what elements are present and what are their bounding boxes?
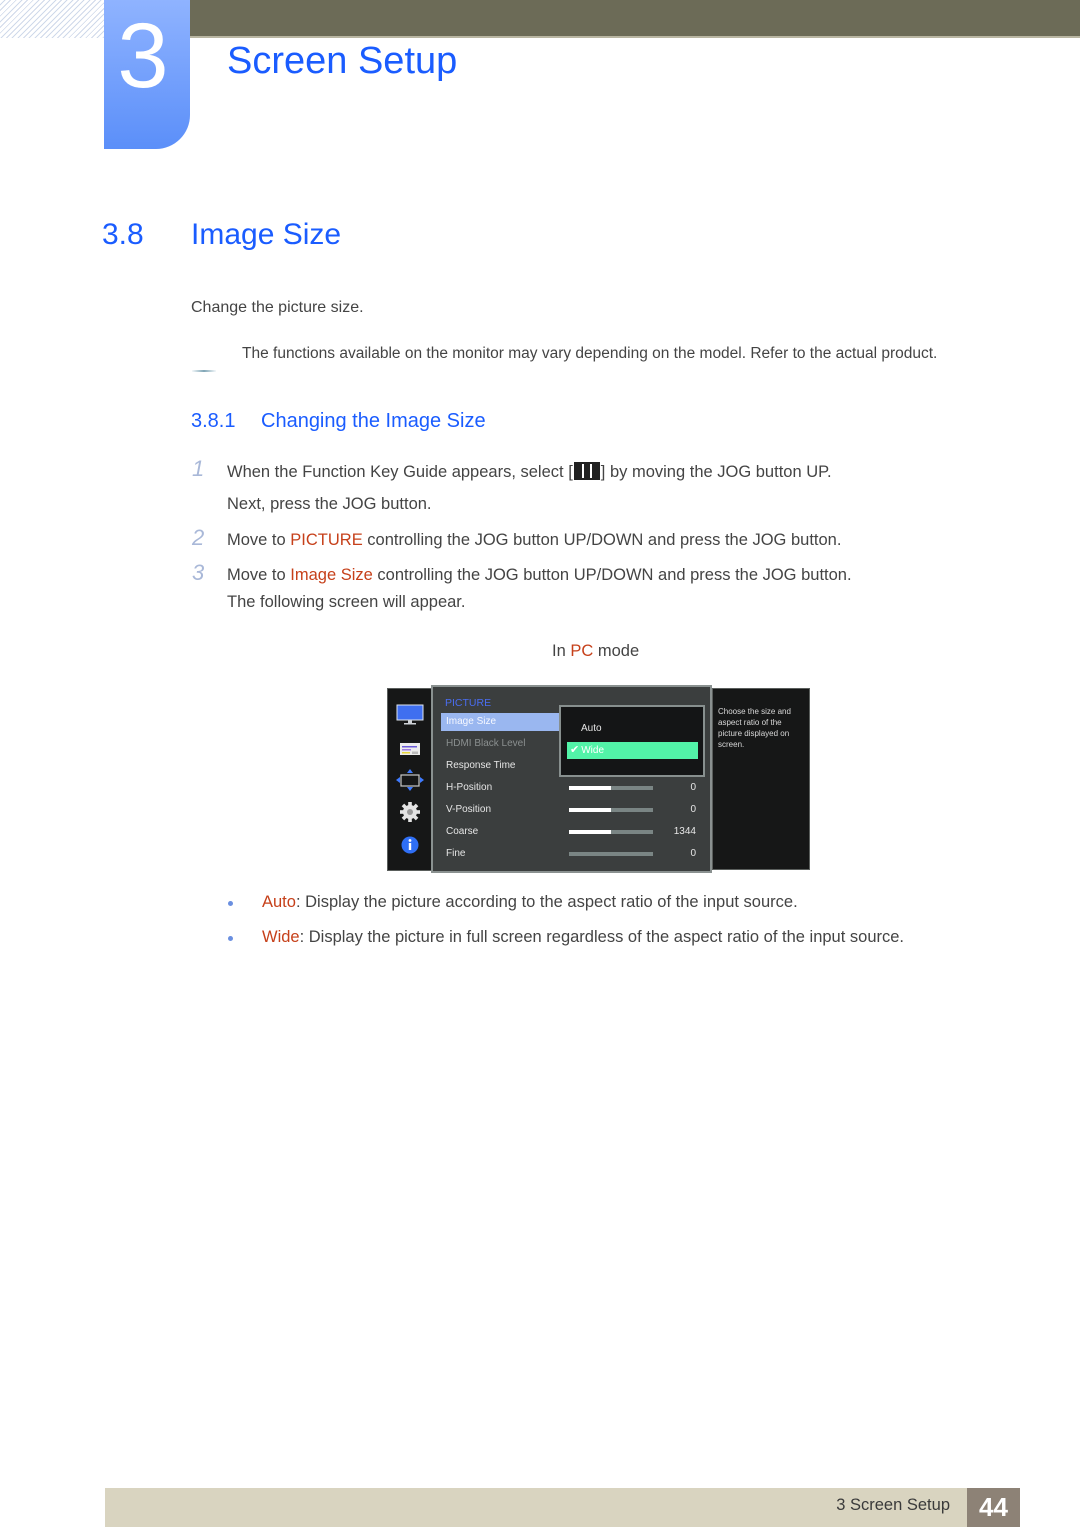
subsection-title: Changing the Image Size	[261, 410, 486, 432]
header-hatch-decoration	[0, 0, 104, 38]
mode-caption-text: mode	[593, 642, 640, 660]
step-number: 1	[192, 456, 205, 481]
step-2-line: Move to PICTURE controlling the JOG butt…	[227, 531, 841, 550]
image-size-popup: Auto ✔ Wide	[559, 705, 705, 777]
step-1-line-2: Next, press the JOG button.	[227, 495, 432, 513]
fine-value: 0	[690, 848, 696, 859]
step-text: controlling the JOG button UP/DOWN and p…	[372, 566, 852, 584]
check-icon: ✔	[570, 744, 580, 756]
menu-icon	[573, 462, 600, 480]
subsection-number: 3.8.1	[191, 410, 236, 432]
mode-caption-highlight: PC	[570, 642, 594, 660]
slider-fill	[569, 786, 611, 790]
header-bar	[190, 0, 1080, 38]
bullet-dot	[228, 936, 233, 941]
gear-icon[interactable]	[396, 801, 424, 823]
v-position-value: 0	[690, 804, 696, 815]
chapter-tab: 3	[104, 0, 190, 149]
step-highlight: PICTURE	[290, 531, 363, 549]
bullet-wide: Wide: Display the picture in full screen…	[262, 928, 904, 947]
step-1-line-1: When the Function Key Guide appears, sel…	[227, 462, 832, 482]
popup-option-auto[interactable]: Auto	[567, 720, 698, 737]
section-number: 3.8	[102, 218, 144, 251]
coarse-value: 1344	[673, 826, 696, 837]
section-title: Image Size	[191, 218, 342, 251]
step-text: controlling the JOG button UP/DOWN and p…	[362, 531, 842, 549]
step-highlight: Image Size	[290, 566, 373, 584]
bullet-text: : Display the picture in full screen reg…	[299, 928, 904, 946]
v-position-slider[interactable]	[569, 808, 653, 812]
step-3-line-1: Move to Image Size controlling the JOG b…	[227, 566, 852, 585]
fine-slider[interactable]	[569, 852, 653, 856]
h-position-value: 0	[690, 782, 696, 793]
osd-item-coarse[interactable]: Coarse	[441, 823, 559, 841]
step-3-line-2: The following screen will appear.	[227, 593, 466, 611]
osd-menu-heading: PICTURE	[445, 697, 492, 709]
step-text: ] by moving the JOG button UP.	[600, 463, 832, 481]
section-intro: Change the picture size.	[191, 299, 364, 316]
chapter-number: 3	[117, 5, 169, 107]
osd-side-menu	[387, 688, 432, 871]
note-text: The functions available on the monitor m…	[242, 345, 938, 362]
slider-fill	[569, 808, 611, 812]
bullet-auto: Auto: Display the picture according to t…	[262, 893, 798, 912]
osd-help-text: Choose the size and aspect ratio of the …	[718, 707, 791, 749]
step-text: When the Function Key Guide appears, sel…	[227, 463, 573, 481]
step-text: Move to	[227, 531, 291, 549]
osd-picture-menu: PICTURE Image Size HDMI Black Level Resp…	[431, 685, 712, 873]
chapter-title: Screen Setup	[227, 40, 458, 82]
h-position-slider[interactable]	[569, 786, 653, 790]
bullet-term: Wide	[262, 928, 300, 946]
mode-caption-text: In	[552, 642, 571, 660]
page-footer: 3 Screen Setup 44	[105, 1488, 1020, 1527]
footer-chapter-label: 3 Screen Setup	[836, 1496, 950, 1514]
osd-item-fine[interactable]: Fine	[441, 845, 559, 863]
info-icon[interactable]	[396, 834, 424, 856]
monitor-icon[interactable]	[396, 704, 424, 726]
position-arrows-icon[interactable]	[396, 769, 424, 791]
popup-option-label: Wide	[581, 745, 605, 756]
osd-help-panel: Choose the size and aspect ratio of the …	[712, 688, 810, 870]
step-number: 2	[192, 525, 205, 550]
page-number: 44	[967, 1488, 1020, 1527]
osd-item-response-time[interactable]: Response Time	[441, 757, 559, 775]
mode-caption: In PC mode	[552, 642, 639, 661]
osd-item-v-position[interactable]: V-Position	[441, 801, 559, 819]
osd-item-hdmi-black-level[interactable]: HDMI Black Level	[441, 735, 559, 753]
note-icon	[192, 370, 216, 372]
bullet-term: Auto	[262, 893, 296, 911]
popup-option-wide[interactable]: ✔ Wide	[567, 742, 698, 759]
osd-item-image-size[interactable]: Image Size	[441, 713, 559, 731]
osd-item-h-position[interactable]: H-Position	[441, 779, 559, 797]
step-text: Move to	[227, 566, 291, 584]
step-number: 3	[192, 560, 205, 585]
bullet-text: : Display the picture according to the a…	[295, 893, 798, 911]
onscreen-display-icon[interactable]	[396, 739, 424, 761]
slider-fill	[569, 830, 611, 834]
bullet-dot	[228, 901, 233, 906]
coarse-slider[interactable]	[569, 830, 653, 834]
